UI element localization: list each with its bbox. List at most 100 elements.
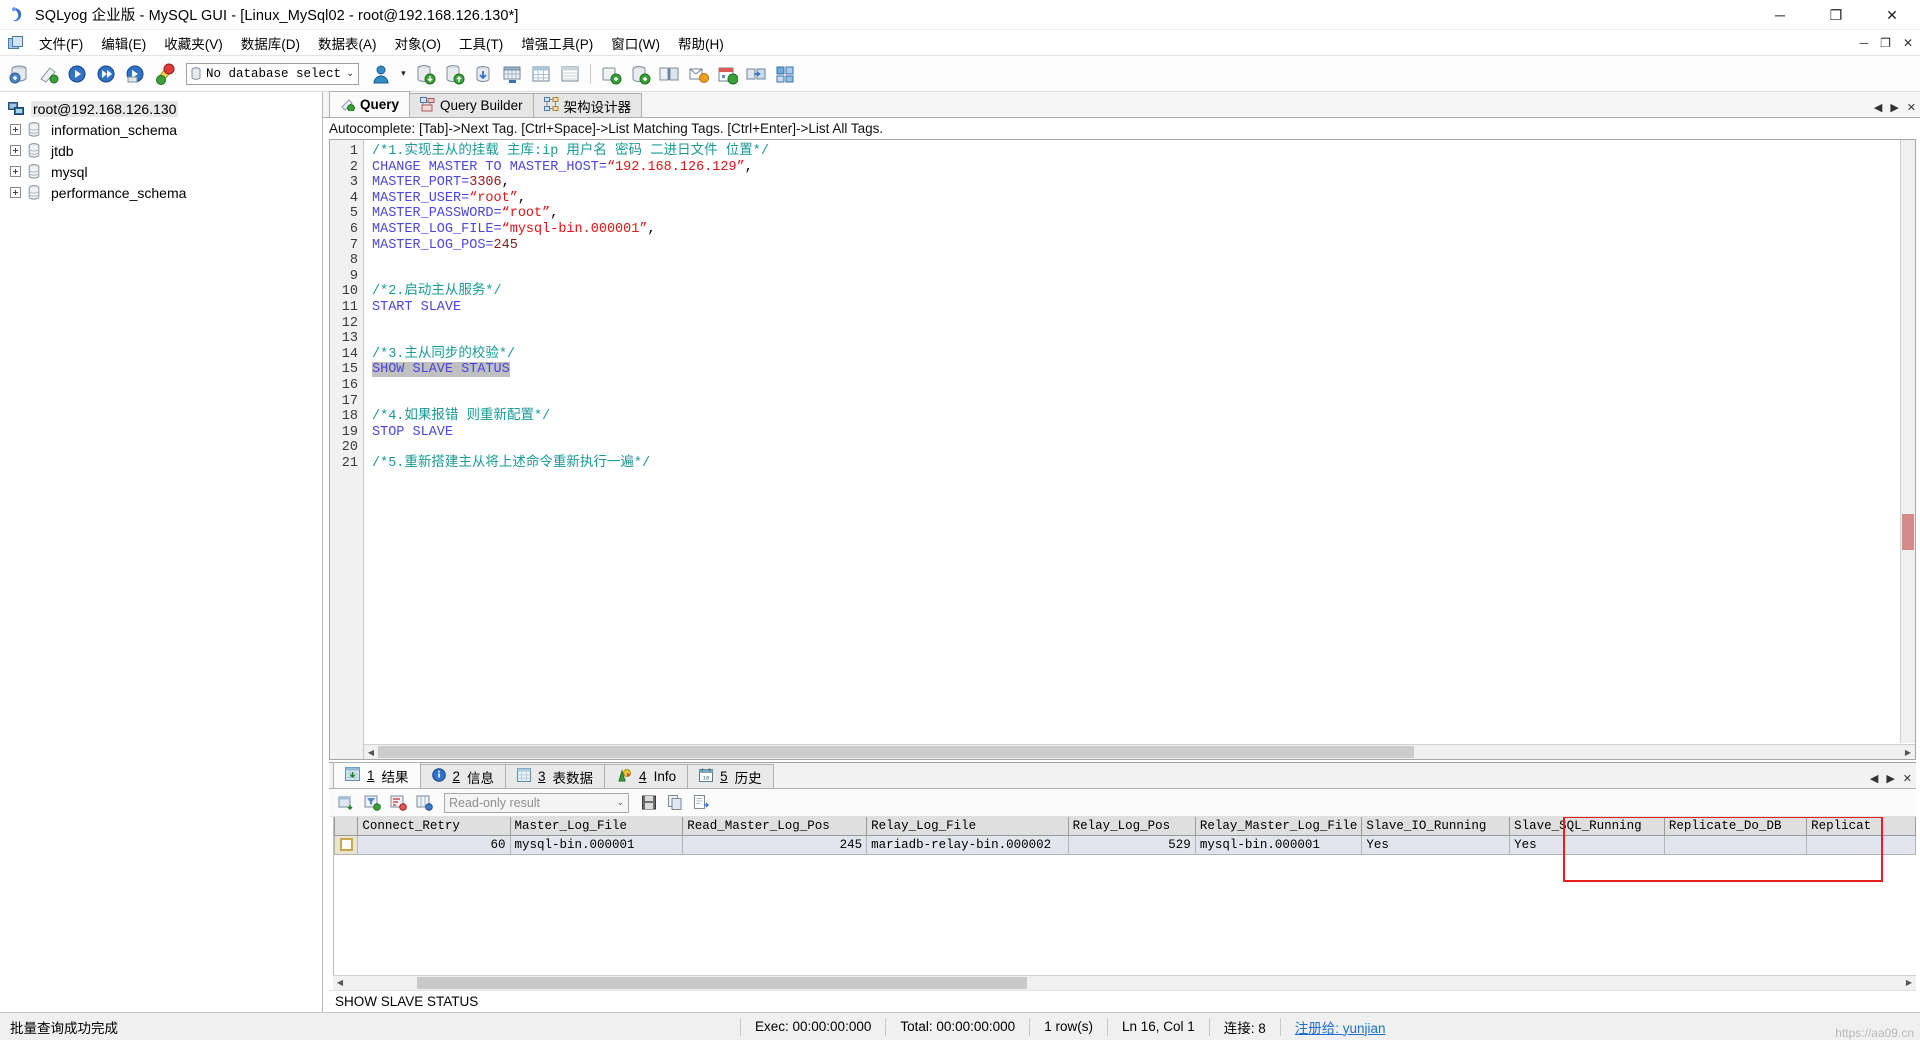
result-grid-container[interactable]: Connect_Retry Master_Log_File Read_Maste… [333,817,1916,975]
columns-icon[interactable] [413,792,435,814]
tunnel-icon[interactable] [772,61,798,87]
table-data-icon[interactable] [528,61,554,87]
table-info-icon[interactable] [557,61,583,87]
new-connection-icon[interactable] [6,61,32,87]
code-line[interactable]: SHOW SLAVE STATUS [372,362,1915,378]
close-button[interactable]: ✕ [1864,0,1920,30]
mdi-close-button[interactable]: ✕ [1900,36,1916,50]
menu-edit[interactable]: 编辑(E) [92,30,155,56]
expand-plus-icon[interactable] [10,166,21,177]
tab-scroll-right-button[interactable]: ▶ [1890,101,1898,114]
result-horizontal-scrollbar[interactable]: ◀ ▶ [333,975,1916,990]
cell-slave-sql-running[interactable]: Yes [1509,835,1665,855]
code-line[interactable]: /*1.实现主从的挂载 主库:ip 用户名 密码 二进日文件 位置*/ [372,144,1915,160]
code-line[interactable] [372,269,1915,285]
copy-icon[interactable] [664,792,686,814]
result-tab-scroll-left-button[interactable]: ◀ [1870,772,1878,785]
code-line[interactable]: /*5.重新搭建主从将上述命令重新执行一遍*/ [372,456,1915,472]
menu-tools[interactable]: 工具(T) [450,30,512,56]
code-line[interactable] [372,331,1915,347]
code-line[interactable]: MASTER_LOG_FILE=“mysql-bin.000001”, [372,222,1915,238]
code-line[interactable]: CHANGE MASTER TO MASTER_HOST=“192.168.12… [372,160,1915,176]
grid-col-read-master-log-pos[interactable]: Read_Master_Log_Pos [682,817,868,836]
filter-icon[interactable] [361,792,383,814]
notifications-icon[interactable] [685,61,711,87]
grid-col-relay-log-pos[interactable]: Relay_Log_Pos [1067,817,1196,836]
sidebar-item-root-connection[interactable]: root@192.168.126.130 [0,98,322,119]
export-csv-icon[interactable] [499,61,525,87]
sidebar-item-mysql[interactable]: mysql [0,161,322,182]
menu-database[interactable]: 数据库(D) [232,30,309,56]
execute-query-icon[interactable] [64,61,90,87]
cell-slave-io-running[interactable]: Yes [1361,835,1511,855]
code-line[interactable]: MASTER_LOG_POS=245 [372,238,1915,254]
cell-connect-retry[interactable]: 60 [357,835,511,855]
tab-query-builder[interactable]: Query Builder [409,93,534,117]
code-line[interactable] [372,253,1915,269]
code-line[interactable] [372,378,1915,394]
code-line[interactable] [372,440,1915,456]
code-line[interactable]: /*3.主从同步的校验*/ [372,347,1915,363]
tab-query[interactable]: Query [329,91,411,117]
table-row[interactable]: 60 mysql-bin.000001 245 mariadb-relay-bi… [334,835,1916,855]
database-select[interactable]: No database select ⌄ [186,62,360,85]
result-tab-history[interactable]: 18 5 历史 [687,764,774,788]
result-mode-select[interactable]: Read-only result ⌄ [444,792,629,813]
sidebar-item-jtdb[interactable]: jtdb [0,140,322,161]
scroll-left-arrow-icon[interactable]: ◀ [364,746,378,759]
cell-relay-log-pos[interactable]: 529 [1067,835,1196,855]
compare-icon[interactable] [656,61,682,87]
sidebar-item-information-schema[interactable]: information_schema [0,119,322,140]
grid-col-slave-io-running[interactable]: Slave_IO_Running [1361,817,1511,836]
result-tab-close-button[interactable]: ✕ [1903,772,1912,785]
grid-row-selector[interactable] [334,835,359,855]
stop-query-icon[interactable] [151,61,177,87]
code-line[interactable] [372,316,1915,332]
code-line[interactable]: MASTER_PASSWORD=“root”, [372,206,1915,222]
code-line[interactable] [372,394,1915,410]
result-tab-scroll-right-button[interactable]: ▶ [1886,772,1894,785]
schema-sync-icon[interactable] [627,61,653,87]
mdi-minimize-button[interactable]: ─ [1857,36,1872,50]
minimize-button[interactable]: ─ [1752,0,1808,30]
user-manager-icon[interactable] [368,61,394,87]
expand-plus-icon[interactable] [10,187,21,198]
grid-col-replicate-more[interactable]: Replicat [1806,817,1916,836]
code-line[interactable]: MASTER_USER=“root”, [372,191,1915,207]
cell-relay-master-log-file[interactable]: mysql-bin.000001 [1194,835,1363,855]
grid-scroll-left-arrow-icon[interactable]: ◀ [333,976,347,989]
expand-plus-icon[interactable] [10,124,21,135]
export-icon[interactable] [690,792,712,814]
refresh-icon[interactable] [335,792,357,814]
cell-replicate-do-db[interactable] [1663,835,1808,855]
menu-help[interactable]: 帮助(H) [669,30,733,56]
cell-replicate-more[interactable] [1806,835,1916,855]
scroll-right-arrow-icon[interactable]: ▶ [1901,746,1915,759]
cell-master-log-file[interactable]: mysql-bin.000001 [509,835,684,855]
result-tab-table-data[interactable]: 3 表数据 [505,764,606,788]
tab-close-button[interactable]: ✕ [1907,101,1916,114]
menu-powertools[interactable]: 增强工具(P) [512,30,602,56]
status-registration-link[interactable]: 注册给: yunjian [1281,1013,1400,1040]
tab-schema-designer[interactable]: 架构设计器 [532,93,643,117]
grid-col-relay-master-log-file[interactable]: Relay_Master_Log_File [1194,817,1363,836]
execute-current-icon[interactable] [122,61,148,87]
grid-col-slave-sql-running[interactable]: Slave_SQL_Running [1509,817,1665,836]
migration-icon[interactable] [743,61,769,87]
menu-table[interactable]: 数据表(A) [309,30,386,56]
import-icon[interactable] [470,61,496,87]
editor-horizontal-scrollbar[interactable]: ◀ ▶ [364,744,1915,759]
menu-objects[interactable]: 对象(O) [386,30,451,56]
mdi-restore-button[interactable]: ❐ [1877,36,1894,50]
tab-scroll-left-button[interactable]: ◀ [1874,101,1882,114]
editor-vertical-scrollbar[interactable] [1900,140,1915,743]
editor-hscroll-thumb[interactable] [378,746,1414,758]
sql-code-area[interactable]: /*1.实现主从的挂载 主库:ip 用户名 密码 二进日文件 位置*/CHANG… [364,140,1915,759]
code-line[interactable]: START SLAVE [372,300,1915,316]
scheduler-icon[interactable] [714,61,740,87]
code-line[interactable]: STOP SLAVE [372,425,1915,441]
backup-icon[interactable] [412,61,438,87]
clear-icon[interactable] [35,61,61,87]
menu-file[interactable]: 文件(F) [30,30,92,56]
result-tab-results[interactable]: 1 结果 [333,762,421,788]
